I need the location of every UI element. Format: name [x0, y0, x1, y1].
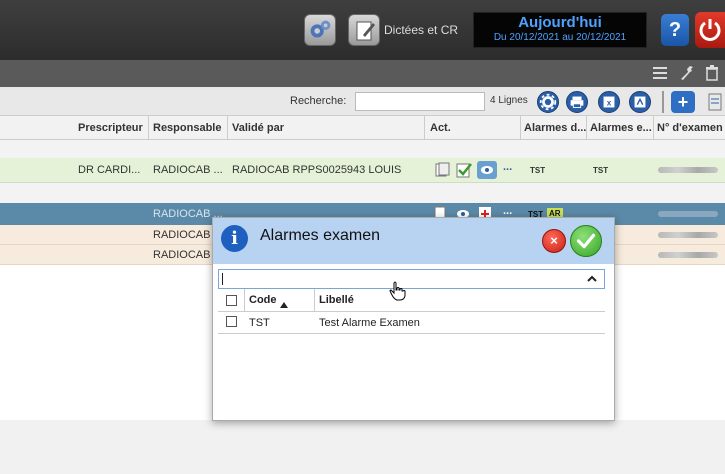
print-icon[interactable]: [566, 91, 588, 113]
chevron-up-icon[interactable]: [586, 272, 598, 286]
more-actions-icon[interactable]: ...: [503, 161, 512, 173]
column-valide-par[interactable]: Validé par: [232, 122, 284, 134]
alarms-dialog: i Alarmes examen × Code Libellé TST Test…: [212, 217, 615, 421]
dialog-title: Alarmes examen: [260, 227, 381, 244]
cell-responsable: RADIOCAB: [153, 249, 211, 261]
table-header: Prescripteur Responsable Validé par Act.…: [0, 116, 725, 140]
add-button[interactable]: +: [671, 91, 695, 113]
more-actions-icon[interactable]: ...: [503, 205, 512, 217]
settings-gears-icon[interactable]: [304, 14, 336, 46]
date-range-text: Du 20/12/2021 au 20/12/2021: [493, 32, 627, 43]
column-alarmes-e[interactable]: Alarmes e...: [590, 122, 652, 134]
hand-cursor-icon: [389, 281, 406, 301]
column-responsable[interactable]: Responsable: [153, 122, 221, 134]
list-item[interactable]: TST Test Alarme Examen: [218, 312, 605, 334]
check-icon: [576, 233, 596, 249]
secondary-toolbar: [0, 60, 725, 87]
column-libelle[interactable]: Libellé: [319, 294, 354, 306]
cell-responsable: RADIOCAB ...: [153, 164, 223, 176]
help-button[interactable]: ?: [661, 14, 689, 46]
text-caret: [222, 273, 223, 285]
sort-ascending-icon: [280, 302, 288, 308]
excel-export-icon[interactable]: x: [598, 91, 620, 113]
dictation-icon: [348, 14, 380, 46]
select-all-checkbox[interactable]: [226, 295, 237, 306]
table-empty-area: [0, 420, 725, 474]
today-title: Aujourd'hui: [518, 14, 602, 31]
toolbar-separator: [662, 91, 664, 113]
alarm-search-combobox[interactable]: [218, 269, 605, 289]
column-divider: [314, 289, 315, 312]
alarm-list-header: Code Libellé: [218, 289, 605, 312]
cell-valide-par: RADIOCAB RPPS0025943 LOUIS: [232, 164, 402, 176]
exam-number-redacted: [658, 167, 718, 173]
extra-tool-icon[interactable]: [705, 91, 725, 113]
column-divider: [148, 116, 149, 140]
wrench-icon[interactable]: [678, 65, 694, 81]
exam-number-redacted: [658, 252, 718, 258]
logout-power-button[interactable]: [695, 12, 725, 48]
item-libelle: Test Alarme Examen: [319, 317, 420, 329]
trash-icon[interactable]: [704, 65, 720, 81]
svg-text:x: x: [607, 99, 612, 108]
column-divider: [653, 116, 654, 140]
dictations-reports-button[interactable]: Dictées et CR: [348, 14, 464, 46]
item-code: TST: [249, 317, 270, 329]
table-group-row: [0, 140, 725, 158]
line-count: 4 Lignes: [490, 95, 528, 106]
dictations-label: Dictées et CR: [384, 23, 459, 37]
validated-check-icon[interactable]: [456, 162, 472, 178]
cell-alarmes-e: TST: [593, 166, 609, 175]
top-bar: Dictées et CR Aujourd'hui Du 20/12/2021 …: [0, 0, 725, 60]
search-input[interactable]: [355, 92, 485, 111]
table-row[interactable]: DR CARDI... RADIOCAB ... RADIOCAB RPPS00…: [0, 158, 725, 183]
column-divider: [586, 116, 587, 140]
view-eye-icon[interactable]: [477, 161, 497, 179]
pdf-export-icon[interactable]: [629, 91, 651, 113]
column-divider: [424, 116, 425, 140]
column-divider: [520, 116, 521, 140]
column-prescripteur[interactable]: Prescripteur: [78, 122, 143, 134]
info-icon: i: [221, 225, 248, 252]
list-view-icon[interactable]: [652, 65, 668, 81]
cell-alarmes-d: TST: [530, 166, 546, 175]
exam-number-redacted: [658, 232, 718, 238]
document-icon[interactable]: [434, 162, 450, 178]
cell-responsable: RADIOCAB: [153, 229, 211, 241]
column-actions[interactable]: Act.: [430, 122, 451, 134]
cancel-button[interactable]: ×: [542, 229, 566, 253]
settings-gear-icon[interactable]: [537, 91, 559, 113]
column-alarmes-d[interactable]: Alarmes d...: [524, 122, 586, 134]
table-group-row: [0, 183, 725, 203]
exam-number-redacted: [658, 211, 718, 217]
confirm-button[interactable]: [570, 225, 602, 257]
item-checkbox[interactable]: [226, 316, 237, 327]
date-range-display[interactable]: Aujourd'hui Du 20/12/2021 au 20/12/2021: [473, 12, 647, 48]
search-label: Recherche:: [290, 95, 347, 107]
power-icon: [699, 19, 721, 41]
column-divider: [227, 116, 228, 140]
dialog-header: i Alarmes examen ×: [213, 218, 614, 264]
column-code[interactable]: Code: [249, 294, 277, 306]
column-numero-examen[interactable]: N° d'examen: [657, 122, 723, 134]
column-divider: [244, 289, 245, 312]
search-toolbar: Recherche: 4 Lignes x +: [0, 87, 725, 116]
cell-prescripteur: DR CARDI...: [78, 164, 141, 176]
